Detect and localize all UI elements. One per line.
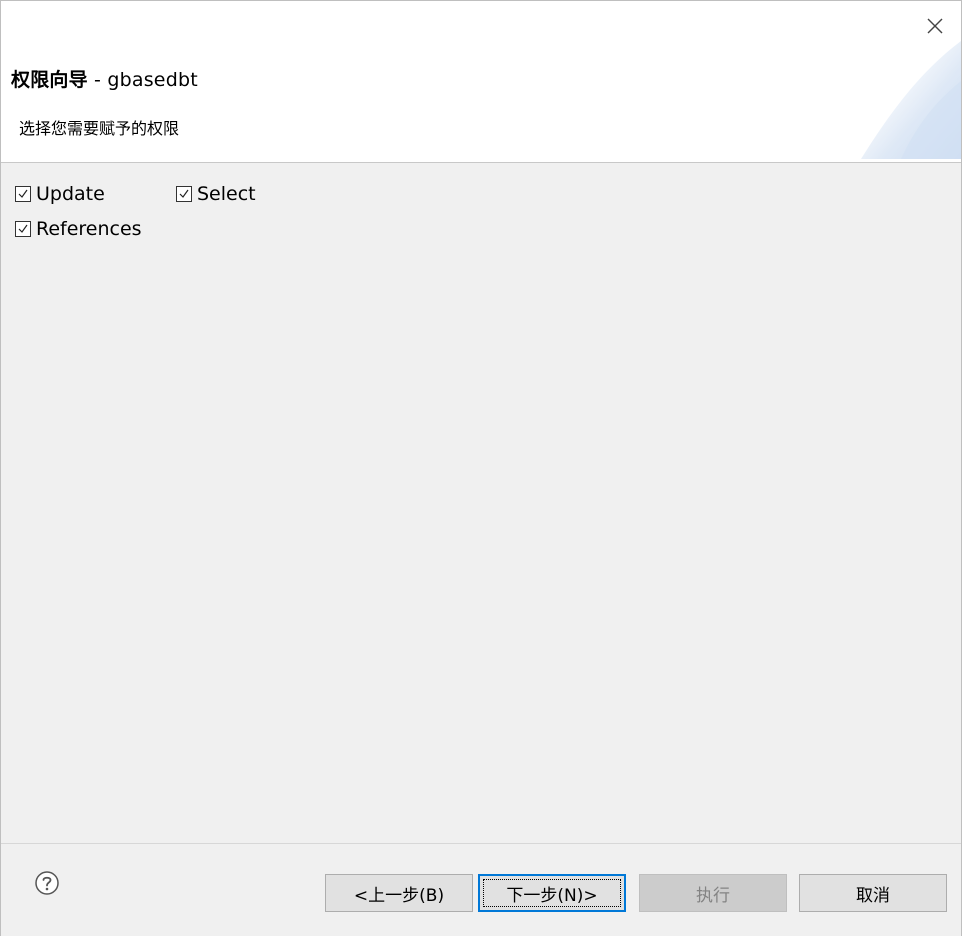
help-icon [35, 871, 59, 895]
cancel-button-label: 取消 [856, 885, 890, 906]
select-checkbox[interactable]: Select [176, 183, 256, 205]
banner-graphic [861, 41, 961, 159]
wizard-header: 权限向导 - gbasedbt 选择您需要赋予的权限 [1, 1, 961, 163]
close-button[interactable] [919, 11, 951, 43]
references-checkbox-box[interactable] [15, 221, 31, 237]
wizard-subtitle: 选择您需要赋予的权限 [19, 119, 180, 138]
back-button-label: <上一步(B) [353, 885, 445, 906]
privilege-wizard-dialog: 权限向导 - gbasedbt 选择您需要赋予的权限 Update Select… [0, 0, 962, 936]
wizard-title: 权限向导 - gbasedbt [11, 65, 198, 92]
update-label: Update [36, 183, 105, 205]
next-button-label: 下一步(N)> [506, 885, 598, 906]
back-button[interactable]: <上一步(B) [325, 874, 473, 912]
permissions-panel: Update Select References [1, 163, 961, 844]
checkmark-icon [18, 224, 28, 233]
execute-button[interactable]: 执行 [639, 874, 787, 912]
execute-button-label: 执行 [696, 885, 730, 906]
close-icon [927, 18, 943, 34]
checkmark-icon [18, 189, 28, 198]
select-label: Select [197, 183, 256, 205]
select-checkbox-box[interactable] [176, 186, 192, 202]
next-button[interactable]: 下一步(N)> [478, 874, 626, 912]
button-bar: <上一步(B) 下一步(N)> 执行 取消 [1, 844, 961, 936]
checkmark-icon [179, 189, 189, 198]
update-checkbox-box[interactable] [15, 186, 31, 202]
update-checkbox[interactable]: Update [15, 183, 105, 205]
help-button[interactable] [33, 869, 61, 897]
wizard-title-main: 权限向导 [11, 69, 88, 91]
references-checkbox[interactable]: References [15, 218, 142, 240]
cancel-button[interactable]: 取消 [799, 874, 947, 912]
references-label: References [36, 218, 142, 240]
wizard-title-server: - gbasedbt [87, 69, 198, 91]
